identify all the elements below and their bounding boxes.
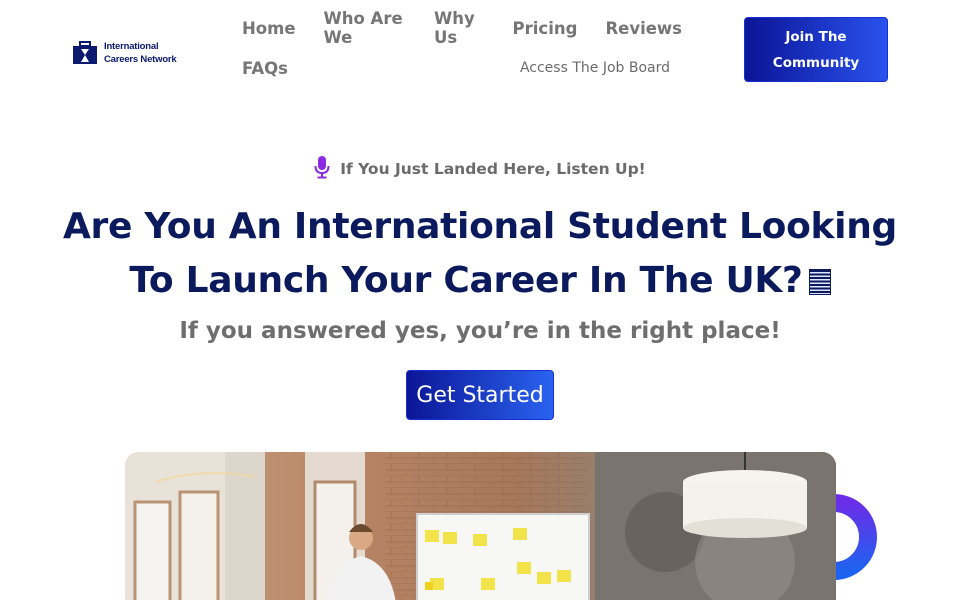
brand-line-1: International (104, 41, 159, 52)
hero-headline-line-2: To Launch Your Career In The UK? (129, 260, 803, 301)
nav-row-primary: Home Who Are We Why Us Pricing Reviews (242, 9, 682, 47)
nav-link-why-us[interactable]: Why Us (434, 9, 485, 47)
brand-line-2: Careers Network (104, 54, 177, 65)
hero-subheadline: If you answered yes, you’re in the right… (179, 318, 781, 344)
nav-link-pricing[interactable]: Pricing (513, 19, 578, 38)
join-community-button[interactable]: Join The Community (744, 17, 888, 82)
nav-link-faqs[interactable]: FAQs (242, 59, 288, 78)
briefcase-hourglass-icon (72, 41, 98, 65)
get-started-button[interactable]: Get Started (406, 370, 554, 420)
nav-link-who-are-we[interactable]: Who Are We (324, 9, 406, 47)
microphone-icon (314, 155, 330, 183)
hero-headline: Are You An International Student Looking… (40, 200, 920, 308)
main-nav: Home Who Are We Why Us Pricing Reviews F… (242, 9, 682, 82)
nav-link-home[interactable]: Home (242, 19, 296, 38)
join-button-line-2: Community (772, 54, 860, 71)
nav-link-reviews[interactable]: Reviews (605, 19, 682, 38)
brand-name: International Careers Network (104, 40, 177, 66)
hero-eyebrow-text: If You Just Landed Here, Listen Up! (340, 160, 646, 178)
hero-office-photo (125, 452, 836, 600)
brand-logo[interactable]: International Careers Network (72, 40, 177, 66)
join-button-line-1: Join The (785, 28, 847, 45)
nav-link-job-board[interactable]: Access The Job Board (520, 60, 670, 76)
nav-row-secondary: FAQs Access The Job Board (242, 54, 682, 82)
hero-headline-line-1: Are You An International Student Looking (62, 206, 898, 247)
uk-flag-icon (808, 269, 831, 295)
hero-eyebrow: If You Just Landed Here, Listen Up! (0, 155, 960, 183)
